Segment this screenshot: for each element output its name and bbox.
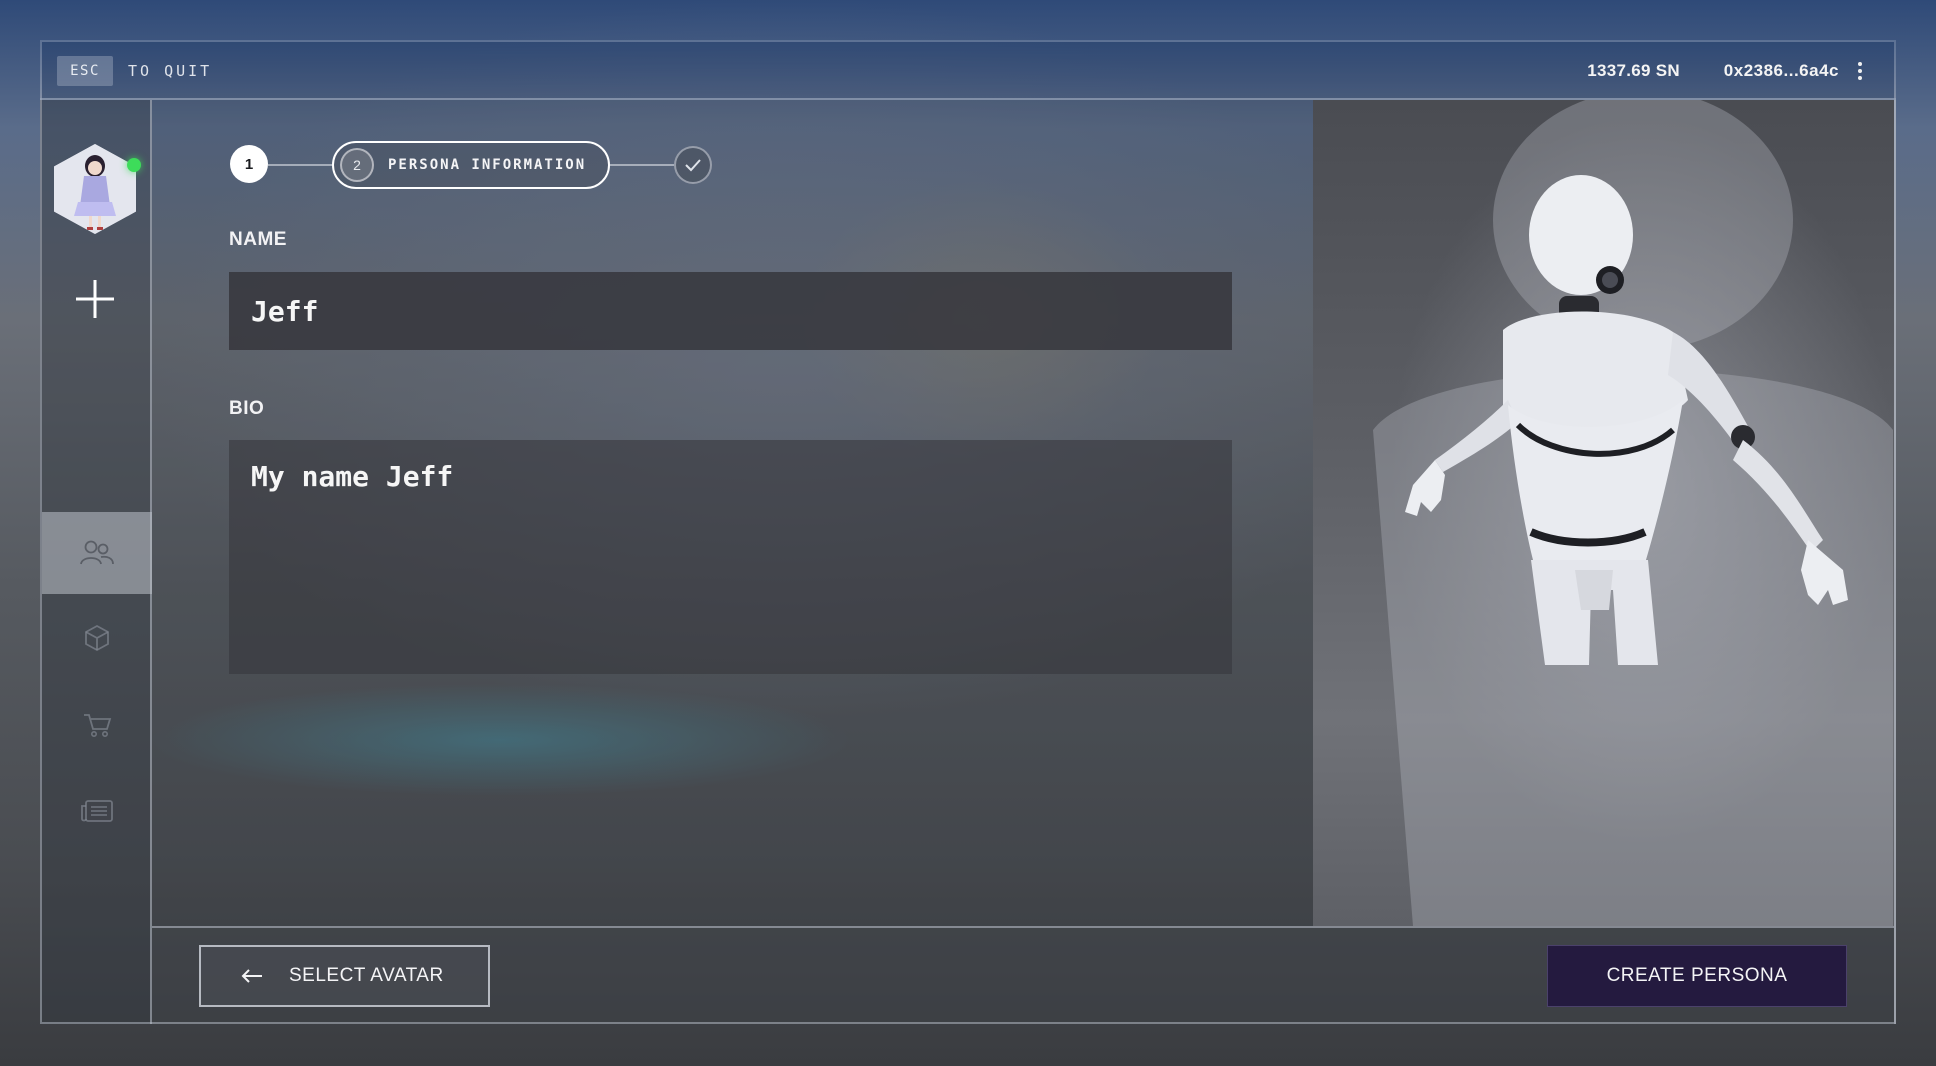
users-icon: [80, 540, 114, 565]
cube-icon: [85, 624, 109, 652]
sidebar-item-personas[interactable]: [42, 512, 152, 594]
arrow-left-icon: [241, 969, 262, 983]
step-2-label: PERSONA INFORMATION: [388, 157, 587, 173]
bio-textarea[interactable]: My name Jeff: [229, 440, 1232, 674]
online-status-indicator: [127, 158, 141, 172]
check-icon: [685, 159, 701, 172]
step-3-indicator[interactable]: [674, 146, 712, 184]
vertical-dots-icon[interactable]: [1852, 60, 1868, 82]
avatar-preview-panel: [1313, 100, 1894, 926]
stepper-connector: [268, 164, 332, 166]
sidebar-item-items[interactable]: [42, 597, 152, 679]
create-persona-button[interactable]: CREATE PERSONA: [1547, 945, 1847, 1007]
quit-hint-text: TO QUIT: [128, 62, 213, 80]
step-2-number: 2: [340, 148, 374, 182]
cart-icon: [84, 714, 112, 737]
token-balance: 1337.69 SN: [1587, 61, 1680, 80]
name-label: NAME: [229, 229, 287, 250]
select-avatar-label: SELECT AVATAR: [289, 965, 444, 986]
esc-key-hint[interactable]: ESC: [57, 56, 113, 86]
add-persona-button[interactable]: [72, 276, 118, 322]
sidebar-item-shop[interactable]: [42, 684, 152, 766]
robot-avatar-preview: [1373, 100, 1893, 926]
bio-label: BIO: [229, 398, 265, 419]
select-avatar-button[interactable]: SELECT AVATAR: [199, 945, 490, 1007]
sidebar-item-news[interactable]: [42, 770, 152, 852]
step-1-indicator[interactable]: 1: [230, 145, 268, 183]
step-2-current[interactable]: 2 PERSONA INFORMATION: [332, 141, 610, 189]
newspaper-icon: [81, 800, 113, 822]
stepper-connector: [610, 164, 674, 166]
plus-icon: [76, 280, 114, 318]
name-input[interactable]: [229, 272, 1232, 350]
wallet-address[interactable]: 0x2386...6a4c: [1724, 57, 1839, 85]
